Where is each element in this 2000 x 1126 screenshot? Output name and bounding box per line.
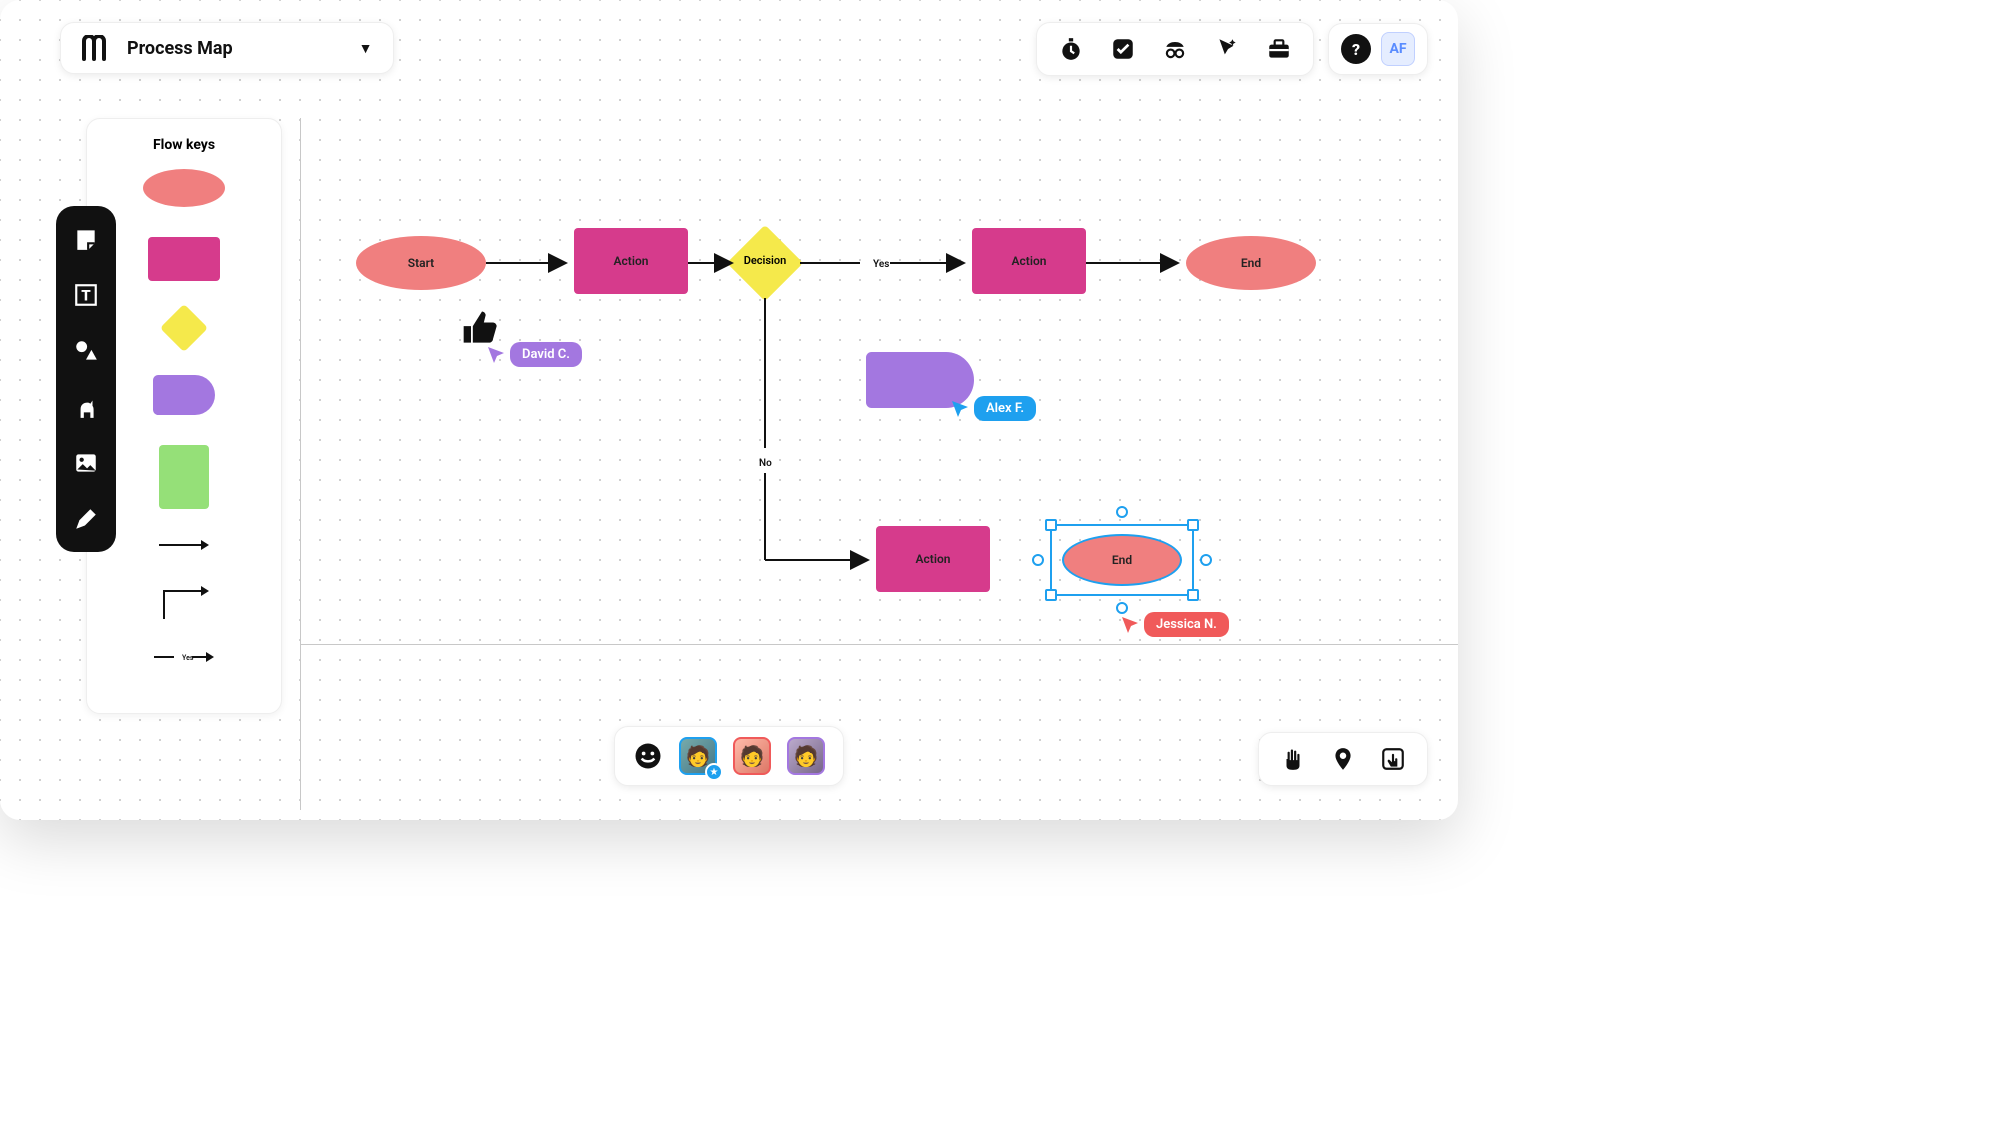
- key-arrow-elbow[interactable]: [87, 581, 281, 621]
- hand-tool[interactable]: [1279, 745, 1307, 773]
- vote-icon[interactable]: [1109, 35, 1137, 63]
- incognito-icon[interactable]: [1161, 35, 1189, 63]
- shapes-tool[interactable]: [73, 338, 99, 364]
- cursor-jessica: Jessica N.: [1120, 612, 1229, 637]
- node-decision-label: Decision: [738, 254, 792, 267]
- node-end-2[interactable]: End: [1062, 534, 1182, 586]
- app-logo-icon: [81, 35, 111, 61]
- sticky-note-tool[interactable]: [73, 226, 99, 252]
- cursor-alex: Alex F.: [950, 396, 1036, 421]
- image-tool[interactable]: [73, 450, 99, 476]
- avatar-1[interactable]: 🧑 ★: [679, 737, 717, 775]
- emoji-button[interactable]: [633, 741, 663, 771]
- presence-bar: 🧑 ★ 🧑 🧑: [614, 726, 844, 786]
- node-action-2[interactable]: Action: [972, 228, 1086, 294]
- text-tool[interactable]: T: [73, 282, 99, 308]
- llama-tool[interactable]: [73, 394, 99, 420]
- timer-icon[interactable]: [1057, 35, 1085, 63]
- help-user-cluster: ? AF: [1328, 23, 1428, 75]
- avatar-2[interactable]: 🧑: [733, 737, 771, 775]
- cursor-david: David C.: [486, 342, 582, 367]
- map-pin-tool[interactable]: [1329, 745, 1357, 773]
- svg-text:T: T: [81, 286, 91, 304]
- key-diamond[interactable]: [87, 311, 281, 345]
- canvas[interactable]: Start Action Decision Action End Action …: [300, 118, 1428, 720]
- key-tab[interactable]: [87, 375, 281, 415]
- left-toolbar: T: [56, 206, 116, 552]
- cursor-sparkle-icon[interactable]: [1213, 35, 1241, 63]
- svg-text:Yes: Yes: [873, 259, 889, 270]
- view-controls: [1258, 732, 1428, 786]
- toolbox-icon[interactable]: [1265, 35, 1293, 63]
- svg-text:No: No: [759, 458, 772, 469]
- key-arrow-straight[interactable]: [87, 539, 281, 551]
- chevron-down-icon: ▼: [359, 40, 373, 57]
- board-title: Process Map: [127, 38, 233, 59]
- node-start[interactable]: Start: [356, 236, 486, 290]
- key-ellipse[interactable]: [87, 169, 281, 207]
- top-toolbar: [1036, 22, 1314, 76]
- key-rect[interactable]: [87, 237, 281, 281]
- edges-layer: Yes No: [300, 118, 1428, 720]
- key-square[interactable]: [87, 445, 281, 509]
- avatar-3[interactable]: 🧑: [787, 737, 825, 775]
- pen-tool[interactable]: [73, 506, 99, 532]
- star-badge-icon: ★: [705, 763, 723, 781]
- flow-keys-title: Flow keys: [87, 137, 281, 153]
- help-button[interactable]: ?: [1341, 34, 1371, 64]
- node-end-1[interactable]: End: [1186, 236, 1316, 290]
- node-action-3[interactable]: Action: [876, 526, 990, 592]
- user-badge[interactable]: AF: [1381, 32, 1415, 66]
- touch-tool[interactable]: [1379, 745, 1407, 773]
- board-title-dropdown[interactable]: Process Map ▼: [60, 22, 394, 74]
- node-action-1[interactable]: Action: [574, 228, 688, 294]
- key-arrow-labeled[interactable]: Yes: [87, 651, 281, 663]
